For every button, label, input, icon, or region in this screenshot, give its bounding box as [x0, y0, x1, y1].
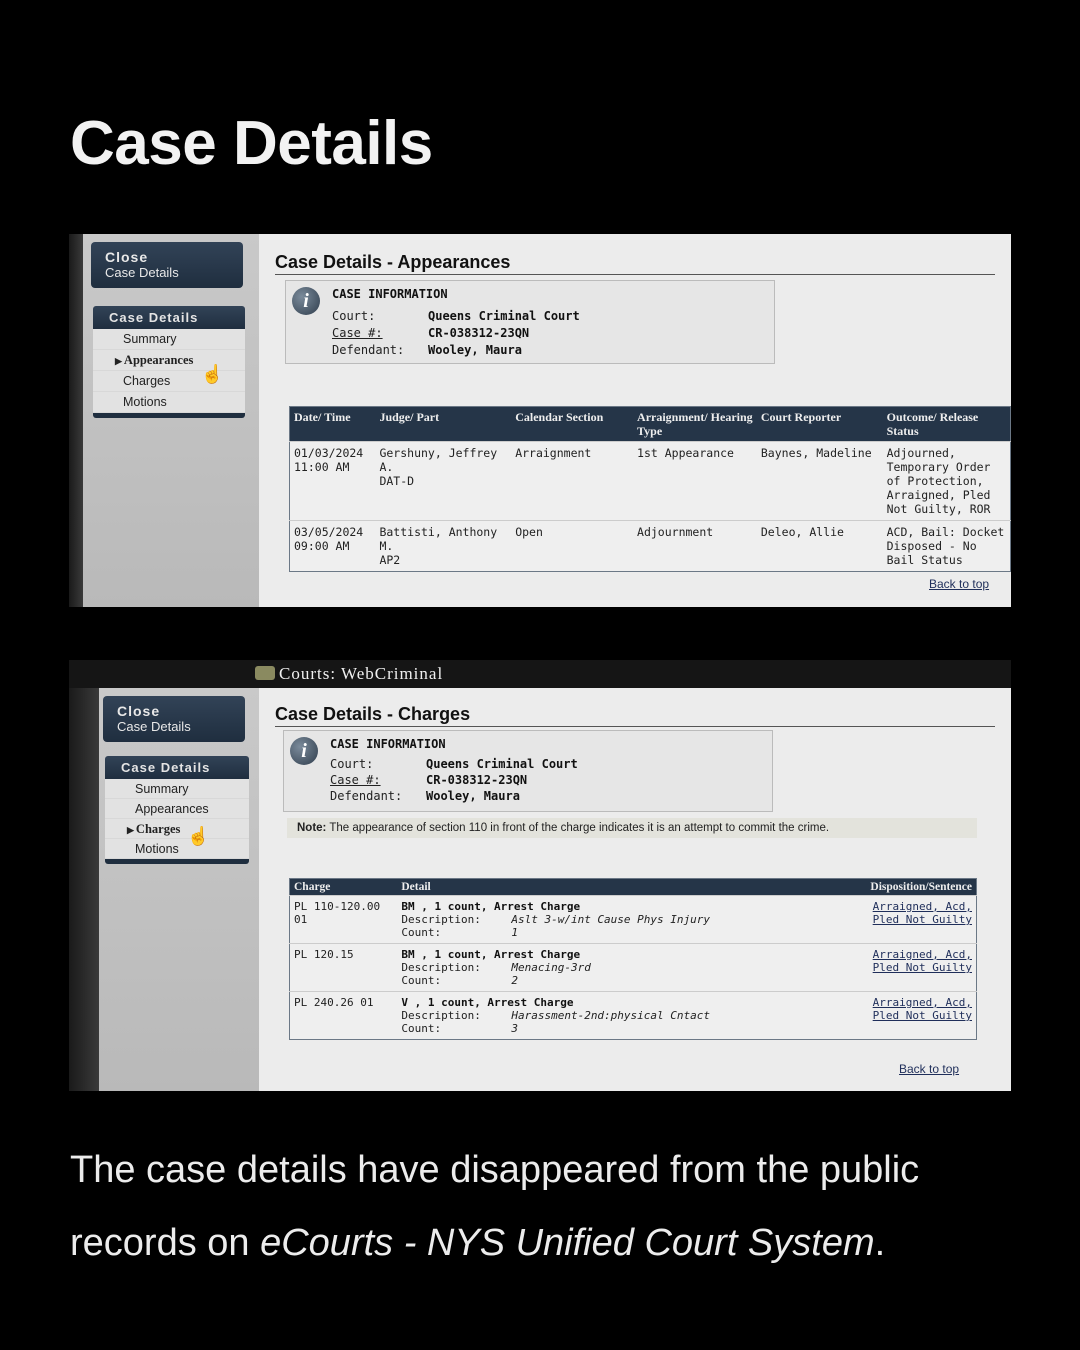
hand-cursor-icon: ☝: [201, 364, 224, 384]
table-row: 03/05/2024 09:00 AM Battisti, Anthony M. A…: [289, 520, 1011, 572]
section-title: Case Details - Charges: [275, 704, 995, 727]
case-details-menu: Case Details Summary Appearances Charges…: [105, 756, 249, 864]
cell-detail: BM , 1 count, Arrest Charge Description:…: [397, 943, 837, 992]
case-details-menu: Case Details Summary Appearances Charges…: [93, 306, 245, 418]
close-title: Close: [105, 249, 149, 265]
case-number-row: Case #: CR-038312-23QN: [332, 326, 530, 340]
cell-hearing: 1st Appearance: [633, 441, 757, 521]
table-row: PL 240.26 01 V , 1 count, Arrest Charge …: [289, 991, 977, 1040]
cell-disposition-link[interactable]: Arraigned, Acd, Pled Not Guilty: [836, 943, 977, 992]
info-icon: i: [292, 287, 320, 315]
case-number-row: Case #: CR-038312-23QN: [330, 773, 528, 787]
attempt-note: Note: The appearance of section 110 in f…: [287, 818, 977, 838]
appearances-table: Date/ Time Judge/ Part Calendar Section …: [289, 406, 1011, 572]
caption: The case details have disappeared from t…: [70, 1134, 1030, 1280]
table-row: PL 120.15 BM , 1 count, Arrest Charge De…: [289, 943, 977, 992]
cell-detail: V , 1 count, Arrest Charge Description: H…: [397, 991, 837, 1040]
cell-calendar: Open: [511, 520, 634, 572]
cell-outcome: Adjourned, Temporary Order of Protection…: [882, 441, 1011, 521]
cell-charge: PL 110-120.00 01: [289, 895, 398, 944]
col-court-reporter: Court Reporter: [756, 406, 883, 442]
close-subtitle: Case Details: [105, 265, 179, 280]
menu-heading: Case Details: [105, 756, 249, 779]
cell-charge: PL 240.26 01: [289, 991, 398, 1040]
col-calendar-section: Calendar Section: [511, 406, 634, 442]
close-case-details-button[interactable]: Close Case Details: [91, 242, 243, 288]
court-row: Court: Queens Criminal Court: [332, 309, 580, 323]
app-name: Courts: WebCriminal: [279, 664, 444, 683]
caption-source: eCourts - NYS Unified Court System: [260, 1222, 875, 1264]
col-judge-part: Judge/ Part: [375, 406, 512, 442]
close-subtitle: Case Details: [117, 719, 191, 734]
screenshot-appearances: Close Case Details Case Details Summary …: [69, 234, 1011, 607]
menu-footer: [105, 859, 249, 864]
court-row: Court: Queens Criminal Court: [330, 757, 578, 771]
sidebar: Close Case Details Case Details Summary …: [83, 234, 259, 607]
courts-logo-icon: [255, 666, 275, 680]
cell-reporter: Baynes, Madeline: [756, 441, 883, 521]
col-charge: Charge: [289, 878, 398, 896]
case-info-heading: CASE INFORMATION: [330, 737, 446, 751]
sidebar: Close Case Details Case Details Summary …: [99, 688, 259, 1091]
app-brand: Courts: WebCriminal: [255, 664, 443, 684]
main-content: Case Details - Charges i CASE INFORMATIO…: [259, 688, 1011, 1091]
case-information-box: i CASE INFORMATION Court: Queens Criminal…: [285, 280, 775, 364]
close-case-details-button[interactable]: Close Case Details: [103, 696, 245, 742]
info-icon: i: [290, 737, 318, 765]
cell-date-time: 03/05/2024 09:00 AM: [289, 520, 376, 572]
case-information-box: i CASE INFORMATION Court: Queens Criminal…: [283, 730, 773, 812]
case-info-heading: CASE INFORMATION: [332, 287, 448, 301]
cell-charge: PL 120.15: [289, 943, 398, 992]
close-title: Close: [117, 703, 161, 719]
table-row: 01/03/2024 11:00 AM Gershuny, Jeffrey A. D…: [289, 441, 1011, 521]
menu-item-summary[interactable]: Summary: [93, 329, 245, 350]
charges-table: Charge Detail Disposition/Sentence PL 11…: [289, 878, 977, 1040]
hand-cursor-icon: ☝: [187, 826, 210, 846]
cell-judge-part: Gershuny, Jeffrey A. DAT-D: [375, 441, 512, 521]
table-row: PL 110-120.00 01 BM , 1 count, Arrest Ch…: [289, 895, 977, 944]
table-header-row: Date/ Time Judge/ Part Calendar Section …: [289, 406, 1011, 442]
main-content: Case Details - Appearances i CASE INFORM…: [259, 234, 1011, 607]
cell-date-time: 01/03/2024 11:00 AM: [289, 441, 376, 521]
screenshot-charges: Courts: WebCriminal Close Case Details C…: [69, 660, 1011, 1091]
col-hearing-type: Arraignment/ Hearing Type: [633, 406, 757, 442]
menu-footer: [93, 413, 245, 418]
cell-calendar: Arraignment: [511, 441, 634, 521]
back-to-top-link[interactable]: Back to top: [929, 577, 989, 591]
app-header-bar: Courts: WebCriminal: [69, 660, 1011, 688]
col-date-time: Date/ Time: [289, 406, 376, 442]
page-title: Case Details: [70, 109, 433, 178]
cell-detail: BM , 1 count, Arrest Charge Description:…: [397, 895, 837, 944]
col-disposition: Disposition/Sentence: [836, 878, 977, 896]
menu-item-charges[interactable]: Charges: [105, 819, 249, 839]
table-header-row: Charge Detail Disposition/Sentence: [289, 878, 977, 896]
cell-reporter: Deleo, Allie: [756, 520, 883, 572]
back-to-top-link[interactable]: Back to top: [899, 1062, 959, 1076]
cell-hearing: Adjournment: [633, 520, 757, 572]
cell-judge-part: Battisti, Anthony M. AP2: [375, 520, 512, 572]
col-outcome: Outcome/ Release Status: [882, 406, 1011, 442]
monitor-bezel: [69, 688, 99, 1091]
menu-heading: Case Details: [93, 306, 245, 329]
cell-disposition-link[interactable]: Arraigned, Acd, Pled Not Guilty: [836, 895, 977, 944]
monitor-bezel: [69, 234, 83, 607]
col-detail: Detail: [397, 878, 837, 896]
defendant-row: Defendant: Wooley, Maura: [330, 789, 520, 803]
menu-item-motions[interactable]: Motions: [93, 392, 245, 413]
cell-outcome: ACD, Bail: Docket Disposed - No Bail Sta…: [882, 520, 1011, 572]
menu-item-appearances[interactable]: Appearances: [105, 799, 249, 819]
menu-item-motions[interactable]: Motions: [105, 839, 249, 859]
cell-disposition-link[interactable]: Arraigned, Acd, Pled Not Guilty: [836, 991, 977, 1040]
defendant-row: Defendant: Wooley, Maura: [332, 343, 522, 357]
menu-item-summary[interactable]: Summary: [105, 779, 249, 799]
section-title: Case Details - Appearances: [275, 252, 995, 275]
caption-period: .: [874, 1222, 886, 1264]
